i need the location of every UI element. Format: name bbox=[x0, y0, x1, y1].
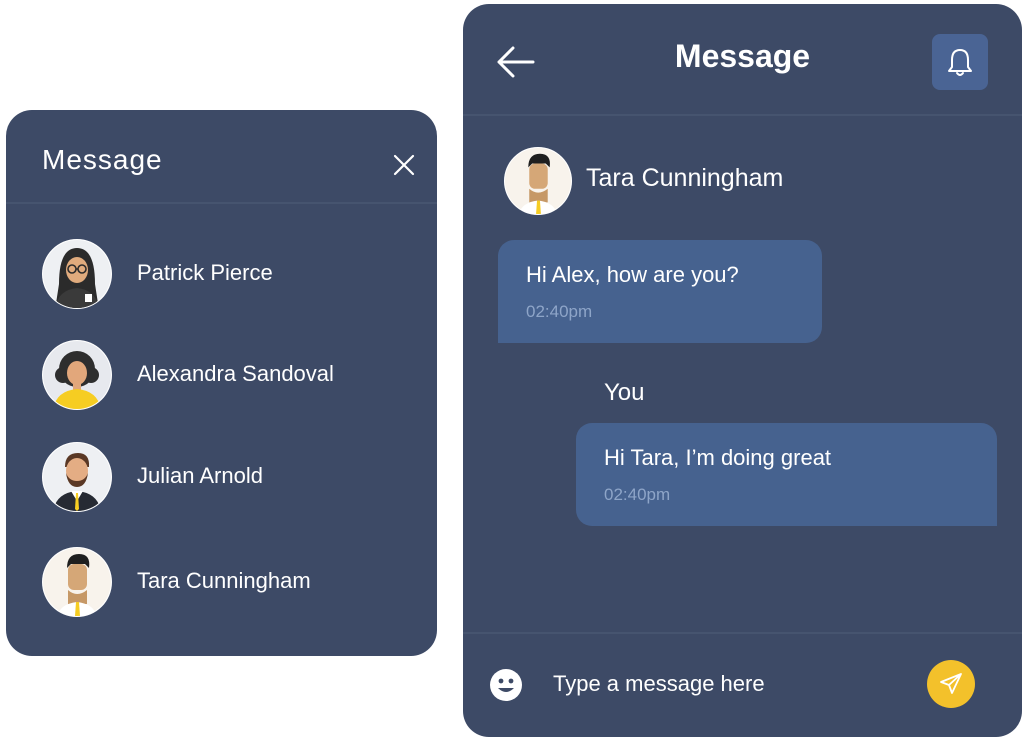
contact-item-julian-arnold[interactable]: Julian Arnold bbox=[6, 437, 437, 517]
emoji-smile-icon bbox=[490, 669, 522, 701]
message-text: Hi Tara, I’m doing great bbox=[604, 445, 832, 470]
bell-icon bbox=[948, 49, 972, 76]
contact-item-patrick-pierce[interactable]: Patrick Pierce bbox=[6, 234, 437, 314]
send-icon bbox=[940, 673, 962, 694]
message-input-bar bbox=[463, 632, 1022, 737]
close-button[interactable] bbox=[389, 150, 419, 180]
notifications-button[interactable] bbox=[932, 34, 988, 90]
chat-header: Message bbox=[463, 4, 1022, 116]
contact-name: Tara Cunningham bbox=[137, 568, 311, 593]
chat-window: Message Tara Cunningham Hi Alex, how are… bbox=[463, 4, 1022, 737]
message-sender-label: You bbox=[604, 379, 645, 406]
close-icon bbox=[393, 154, 415, 176]
contact-name: Patrick Pierce bbox=[137, 260, 273, 285]
contacts-panel-title: Message bbox=[42, 144, 163, 175]
send-button[interactable] bbox=[927, 660, 975, 708]
message-bubble-incoming: Hi Alex, how are you? 02:40pm bbox=[498, 240, 822, 343]
message-time: 02:40pm bbox=[604, 485, 671, 504]
avatar-woman-hijab-glasses bbox=[42, 239, 112, 309]
message-time: 02:40pm bbox=[526, 302, 593, 321]
contacts-header: Message bbox=[6, 110, 437, 204]
chat-contact-name: Tara Cunningham bbox=[586, 164, 784, 192]
contact-item-tara-cunningham[interactable]: Tara Cunningham bbox=[6, 542, 437, 622]
contact-item-alexandra-sandoval[interactable]: Alexandra Sandoval bbox=[6, 335, 437, 415]
contact-name: Alexandra Sandoval bbox=[137, 361, 334, 386]
avatar-man-dark-hair bbox=[503, 146, 573, 216]
avatar-woman-curly-hair bbox=[42, 340, 112, 410]
avatar-man-beard-suit bbox=[42, 442, 112, 512]
message-bubble-outgoing: Hi Tara, I’m doing great 02:40pm bbox=[576, 423, 997, 526]
contact-name: Julian Arnold bbox=[137, 463, 263, 488]
emoji-button[interactable] bbox=[489, 668, 523, 702]
message-text: Hi Alex, how are you? bbox=[526, 262, 739, 287]
avatar-man-dark-hair bbox=[42, 547, 112, 617]
contacts-panel: Message Patrick Pierce Alexandra Sandova… bbox=[6, 110, 437, 656]
message-input[interactable] bbox=[553, 664, 883, 704]
